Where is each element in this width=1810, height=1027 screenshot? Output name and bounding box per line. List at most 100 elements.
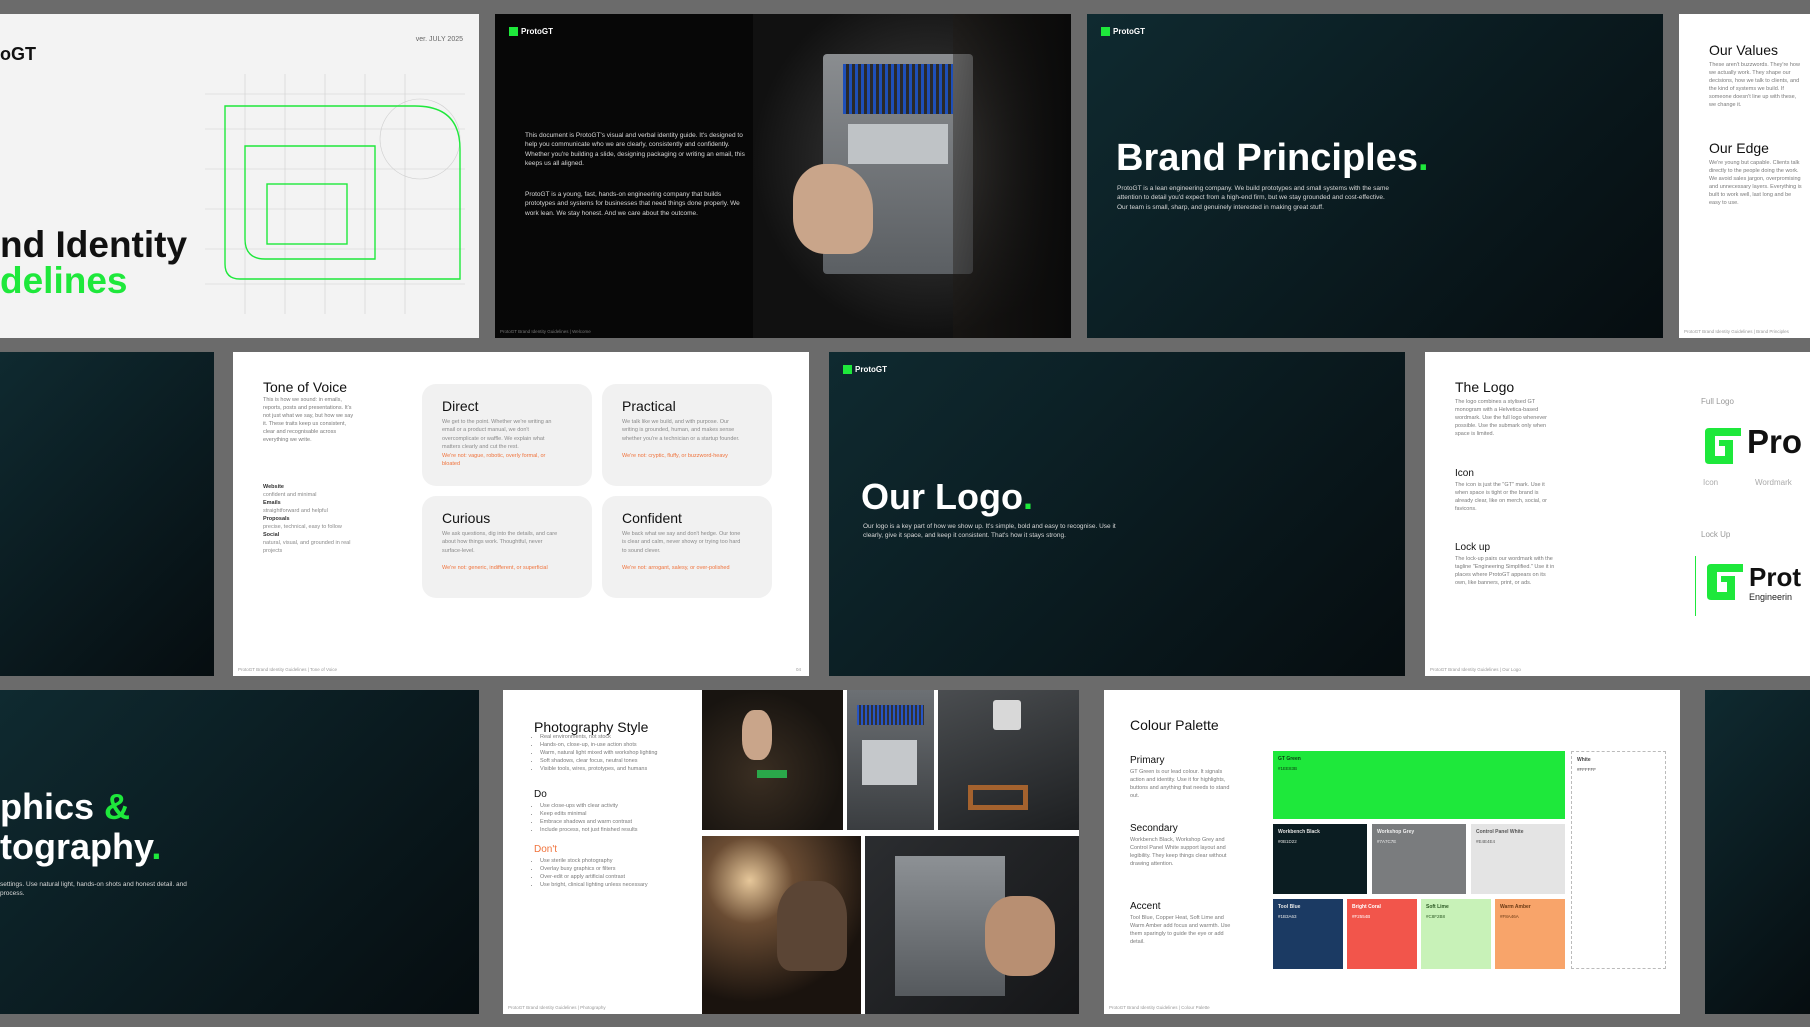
primary-heading: Primary <box>1130 755 1165 766</box>
photo-soldering-closeup <box>702 690 843 830</box>
tone-page-number: 04 <box>795 667 801 672</box>
swatch-soft-lime[interactable]: Soft Lime #C8F2B8 <box>1421 899 1491 969</box>
intro-para-2: ProtoGT is a young, fast, hands-on engin… <box>525 191 740 217</box>
icon-caption: Icon <box>1703 478 1719 487</box>
photo-workshop-device <box>938 690 1079 830</box>
swatch-warm-amber[interactable]: Warm Amber #F8A46A <box>1495 899 1565 969</box>
grid-monogram-graphic <box>205 74 465 314</box>
lockup-text: The lock-up pairs our wordmark with the … <box>1455 556 1555 586</box>
thelogo-footer: ProtoGT Brand Identity Guidelines | Our … <box>1430 667 1521 672</box>
slide-intro[interactable]: ProtoGT This document is ProtoGT's visua… <box>495 14 1071 338</box>
photo-dont-heading: Don't <box>534 844 558 855</box>
lockup-tagline: Engineerin <box>1749 592 1793 602</box>
swatch-gt-green[interactable]: GT Green #1EE83B <box>1273 751 1565 819</box>
values-heading: Our Values <box>1709 42 1778 58</box>
lockup-wordmark: Prot <box>1749 562 1801 592</box>
cover-version: ver. JULY 2025 <box>415 36 463 43</box>
channel-emails: Emails straightforward and helpful <box>263 499 328 514</box>
full-logo-wordmark: Pro <box>1747 423 1803 460</box>
slide-brand-principles[interactable]: ProtoGT Brand Principles. ProtoGT is a l… <box>1087 14 1663 338</box>
accent-heading: Accent <box>1130 901 1161 912</box>
swatch-control-panel-white[interactable]: Control Panel White #E4E4E4 <box>1471 824 1565 894</box>
edge-heading: Our Edge <box>1709 140 1769 156</box>
photo-panel-hands <box>865 836 1079 1014</box>
principles-logo: ProtoGT <box>1101 27 1145 36</box>
intro-footer: ProtoGT Brand Identity Guidelines | Welc… <box>500 329 591 334</box>
electrician-photo <box>753 14 1071 338</box>
slide-dark-partial-right[interactable] <box>1705 690 1810 1014</box>
module-shape <box>862 740 917 785</box>
gt-monogram-lockup-icon <box>1707 564 1743 600</box>
channel-website: Website confident and minimal <box>263 484 317 498</box>
photo-footer: ProtoGT Brand Identity Guidelines | Phot… <box>508 1005 606 1010</box>
wordmark-caption: Wordmark <box>1755 478 1792 487</box>
hand-shape <box>793 164 873 254</box>
blue-wires-shape <box>843 64 953 114</box>
slide-photography-style[interactable]: Photography Style Real environments, not… <box>503 690 1079 1014</box>
swatch-white[interactable]: White #FFFFFF <box>1571 751 1666 969</box>
intro-logo: ProtoGT <box>509 27 553 36</box>
ourlogo-body: Our logo is a key part of how we show up… <box>863 523 1116 540</box>
photo-do-heading: Do <box>534 789 547 800</box>
gt-monogram-icon <box>1705 428 1741 464</box>
plc-module-shape <box>848 124 948 164</box>
lockup-divider <box>1695 556 1696 616</box>
secondary-text: Workbench Black, Workshop Grey and Contr… <box>1130 837 1227 867</box>
lockup-heading: Lock up <box>1455 542 1491 553</box>
copper-frame-shape <box>968 785 1028 810</box>
photo-list-style: Real environments, not stock Hands-on, c… <box>534 734 690 774</box>
intro-para-1: This document is ProtoGT's visual and ve… <box>525 132 745 168</box>
slide-dark-partial[interactable] <box>0 352 214 676</box>
lockup-label: Lock Up <box>1701 530 1731 539</box>
tone-card-direct[interactable]: Direct We get to the point. Whether we'r… <box>422 384 592 486</box>
thelogo-title: The Logo <box>1455 379 1515 395</box>
slide-colour-palette[interactable]: Colour Palette Primary GT Green is our l… <box>1104 690 1680 1014</box>
tone-intro: This is how we sound: in emails, reports… <box>263 397 354 443</box>
swatch-workbench-black[interactable]: Workbench Black #0B1D22 <box>1273 824 1367 894</box>
swatch-bright-coral[interactable]: Bright Coral #F2554B <box>1347 899 1417 969</box>
slide-values[interactable]: Our Values These aren't buzzwords. They'… <box>1679 14 1810 338</box>
principles-title: Brand Principles. <box>1116 137 1429 179</box>
arm-shape <box>985 896 1055 976</box>
tone-footer: ProtoGT Brand Identity Guidelines | Tone… <box>238 667 338 672</box>
thelogo-text: The logo combines a stylised GT monogram… <box>1455 399 1548 437</box>
photo-list-do: Use close-ups with clear activity Keep e… <box>534 803 690 835</box>
device-shape <box>993 700 1021 730</box>
principles-body: ProtoGT is a lean engineering company. W… <box>1117 185 1390 211</box>
cover-title-line2: delines <box>0 260 128 301</box>
swatch-tool-blue[interactable]: Tool Blue #1B3A63 <box>1273 899 1343 969</box>
ourlogo-title: Our Logo. <box>861 476 1033 517</box>
slide-our-logo[interactable]: ProtoGT Our Logo. Our logo is a key part… <box>829 352 1405 676</box>
slide-cover[interactable]: oGT ver. JULY 2025 nd Identity delines <box>0 14 479 338</box>
palette-footer: ProtoGT Brand Identity Guidelines | Colo… <box>1109 1005 1210 1010</box>
accent-text: Tool Blue, Copper Heat, Soft Lime and Wa… <box>1130 915 1231 945</box>
person-shape <box>777 881 847 971</box>
swatch-workshop-grey[interactable]: Workshop Grey #7A7C7E <box>1372 824 1466 894</box>
palette-title: Colour Palette <box>1130 717 1219 733</box>
slide-tone-of-voice[interactable]: Tone of Voice This is how we sound: in e… <box>233 352 809 676</box>
person-silhouette <box>953 14 1071 338</box>
photo-list-dont: Use sterile stock photography Overlay bu… <box>534 858 690 890</box>
icon-text: The icon is just the "GT" mark. Use it w… <box>1455 482 1548 512</box>
slide-graphics-photography[interactable]: phics & tography. settings. Use natural … <box>0 690 479 1014</box>
photo-engineer-lamp <box>702 836 861 1014</box>
primary-text: GT Green is our lead colour. It signals … <box>1130 769 1230 799</box>
graphics-body: settings. Use natural light, hands-on sh… <box>0 881 187 898</box>
secondary-heading: Secondary <box>1130 823 1178 834</box>
icon-heading: Icon <box>1455 468 1474 479</box>
full-logo-label: Full Logo <box>1701 397 1734 406</box>
values-footer: ProtoGT Brand Identity Guidelines | Bran… <box>1684 329 1789 334</box>
wires-shape <box>857 705 924 725</box>
tone-channels: Website confident and minimal Emails strai… <box>263 484 363 556</box>
channel-proposals: Proposals precise, technical, easy to fol… <box>263 515 342 530</box>
channel-social: Social natural, visual, and grounded in r… <box>263 531 351 554</box>
tone-card-curious[interactable]: Curious We ask questions, dig into the d… <box>422 496 592 598</box>
tone-card-practical[interactable]: Practical We talk like we build, and wit… <box>602 384 772 486</box>
logo-square-icon <box>843 365 852 374</box>
tone-title: Tone of Voice <box>263 379 348 395</box>
slide-the-logo[interactable]: The Logo The logo combines a stylised GT… <box>1425 352 1810 676</box>
photo-control-panel <box>847 690 934 830</box>
tone-card-confident[interactable]: Confident We back what we say and don't … <box>602 496 772 598</box>
pcb-shape <box>757 770 787 778</box>
logo-square-icon <box>509 27 518 36</box>
